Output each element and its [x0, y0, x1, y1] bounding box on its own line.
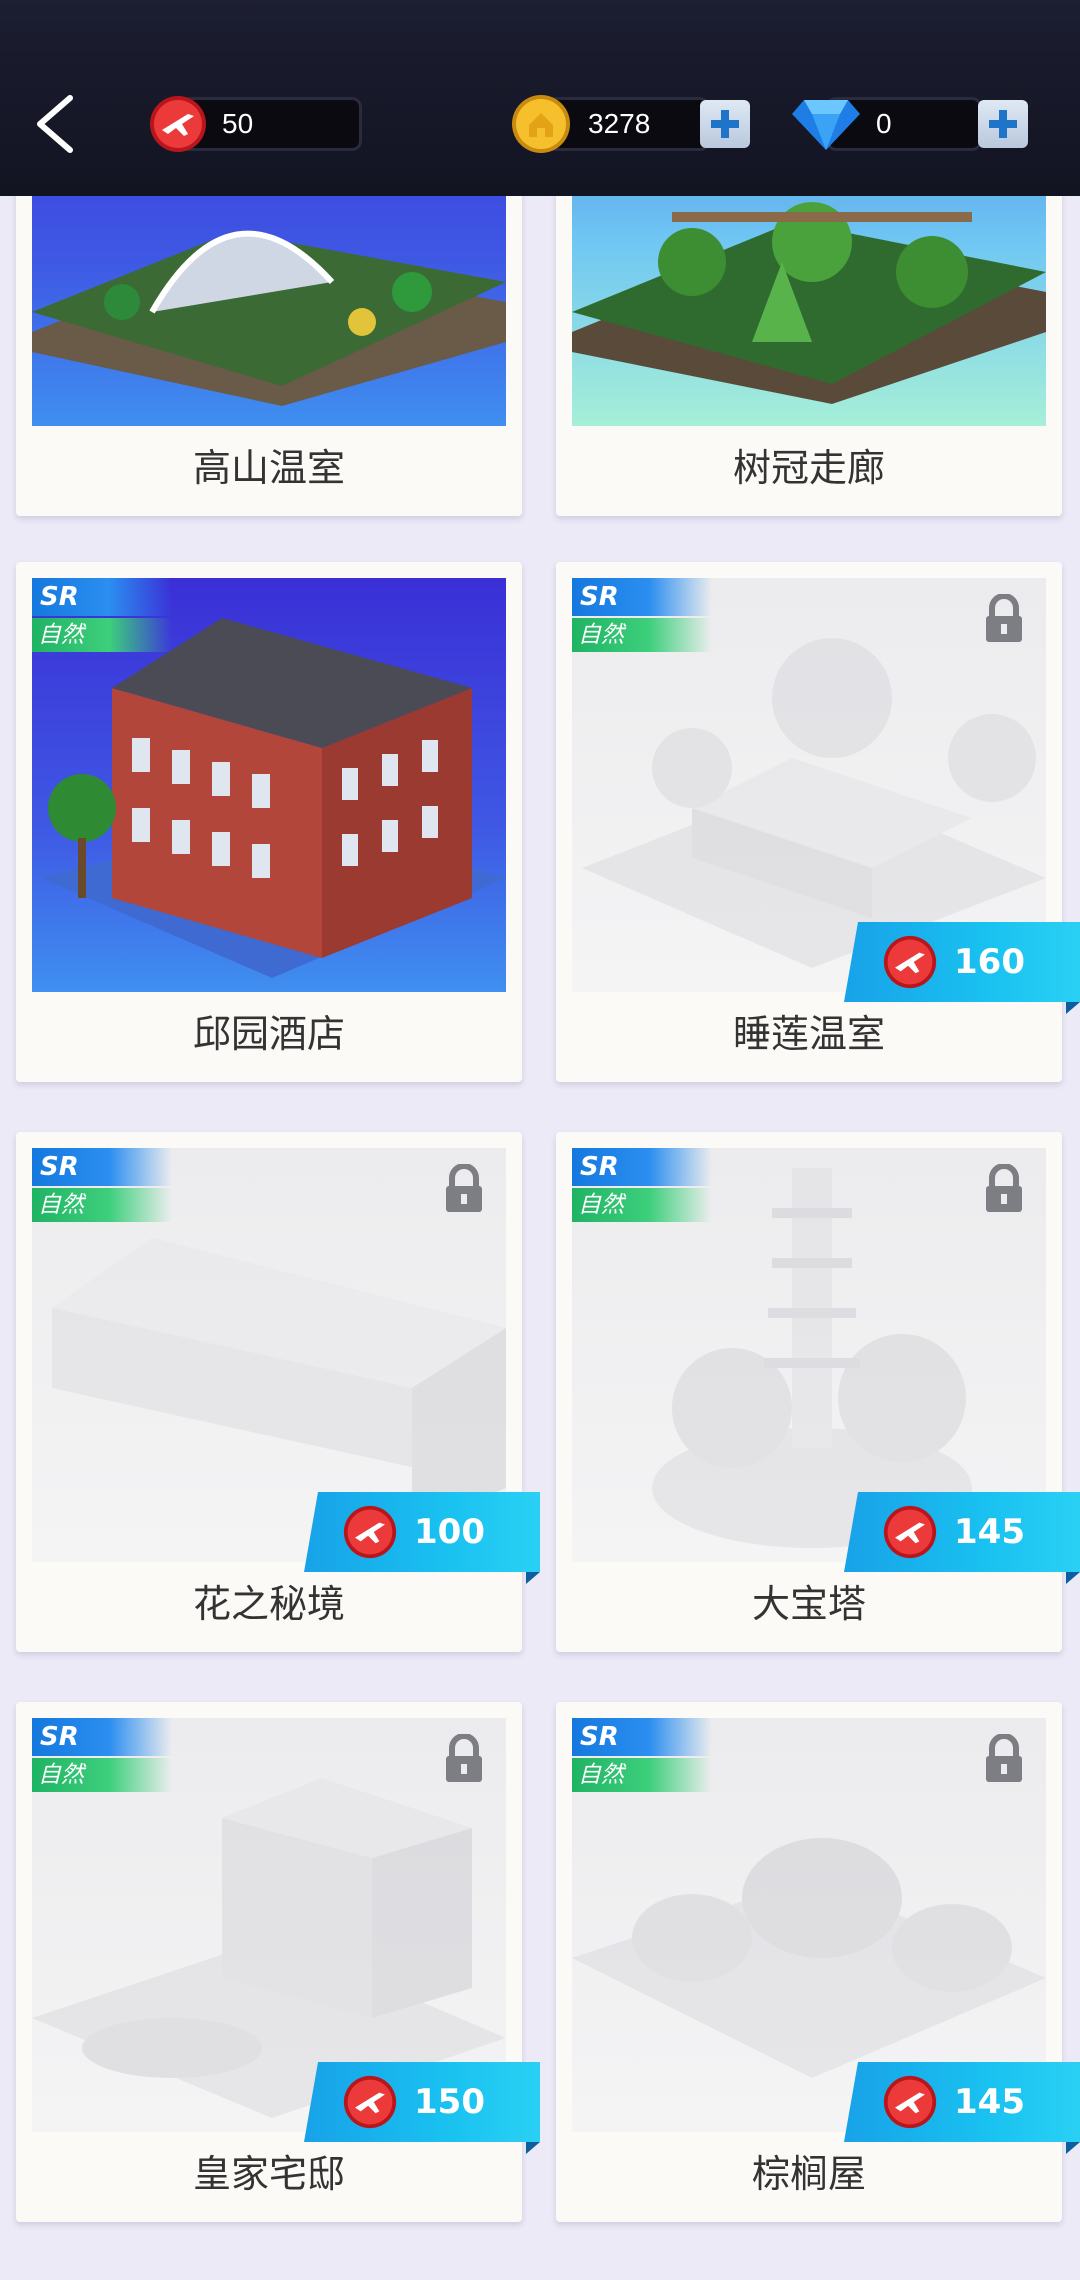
price-value: 150 — [414, 2082, 485, 2122]
gem-count: 0 — [876, 108, 892, 139]
lock-icon — [446, 1734, 482, 1782]
building-name: 睡莲温室 — [732, 1012, 885, 1056]
category-tag: 自然 — [32, 1758, 172, 1792]
rarity-tag: SR — [572, 578, 712, 616]
rarity-tag: SR — [572, 1148, 712, 1186]
lock-icon — [446, 1164, 482, 1212]
building-name: 大宝塔 — [751, 1582, 866, 1626]
unlock-price-button[interactable]: 150 — [304, 2062, 540, 2154]
gold-coin-icon — [512, 95, 570, 153]
add-gems-button[interactable] — [978, 100, 1028, 148]
category-tag: 自然 — [572, 1188, 712, 1222]
plus-icon — [989, 110, 1017, 138]
rarity-tag: SR — [32, 1148, 172, 1186]
building-card-royal-mansion[interactable]: SR 自然 150 皇家宅邸 — [16, 1702, 540, 2222]
rarity-tag: SR — [32, 1718, 172, 1756]
category-tag: 自然 — [572, 618, 712, 652]
building-card-kew-hotel[interactable]: SR 自然 邱园酒店 — [16, 562, 522, 1082]
add-coins-button[interactable] — [700, 100, 750, 148]
plane-ticket-icon — [883, 2075, 937, 2129]
diamond-icon — [792, 100, 860, 150]
unlock-price-button[interactable]: 160 — [844, 922, 1080, 1014]
lock-icon — [986, 1734, 1022, 1782]
building-name: 花之秘境 — [192, 1582, 345, 1626]
category-tag: 自然 — [572, 1758, 712, 1792]
price-value: 145 — [954, 2082, 1025, 2122]
rarity-tag: SR — [32, 578, 172, 616]
building-name: 高山温室 — [192, 446, 345, 490]
building-name: 邱园酒店 — [192, 1012, 345, 1056]
plane-ticket-icon — [343, 2075, 397, 2129]
plane-ticket-icon — [343, 1505, 397, 1559]
top-bar: 50 3278 0 — [0, 0, 1080, 196]
price-value: 160 — [954, 942, 1025, 982]
building-name: 皇家宅邸 — [192, 2152, 345, 2196]
unlock-price-button[interactable]: 145 — [844, 2062, 1080, 2154]
price-value: 145 — [954, 1512, 1025, 1552]
unlock-price-button[interactable]: 100 — [304, 1492, 540, 1584]
plus-icon — [711, 110, 739, 138]
coin-count: 3278 — [588, 108, 651, 139]
lock-icon — [986, 1164, 1022, 1212]
plane-ticket-icon — [150, 96, 206, 152]
building-card-waterlily-greenhouse[interactable]: SR 自然 160 睡莲温室 — [556, 562, 1080, 1082]
plane-ticket-icon — [883, 935, 937, 989]
category-tag: 自然 — [32, 618, 172, 652]
price-value: 100 — [414, 1512, 485, 1552]
building-card-flower-realm[interactable]: SR 自然 100 花之秘境 — [16, 1132, 540, 1652]
building-name: 棕榈屋 — [751, 2152, 866, 2196]
ticket-count: 50 — [222, 108, 254, 139]
category-tag: 自然 — [32, 1188, 172, 1222]
plane-ticket-icon — [883, 1505, 937, 1559]
building-card-palm-house[interactable]: SR 自然 145 棕榈屋 — [556, 1702, 1080, 2222]
rarity-tag: SR — [572, 1718, 712, 1756]
building-name: 树冠走廊 — [732, 446, 885, 490]
unlock-price-button[interactable]: 145 — [844, 1492, 1080, 1584]
chevron-left-icon — [37, 95, 73, 153]
back-button[interactable] — [28, 92, 88, 156]
lock-icon — [986, 594, 1022, 642]
building-card-great-pagoda[interactable]: SR 自然 145 大宝塔 — [556, 1132, 1080, 1652]
